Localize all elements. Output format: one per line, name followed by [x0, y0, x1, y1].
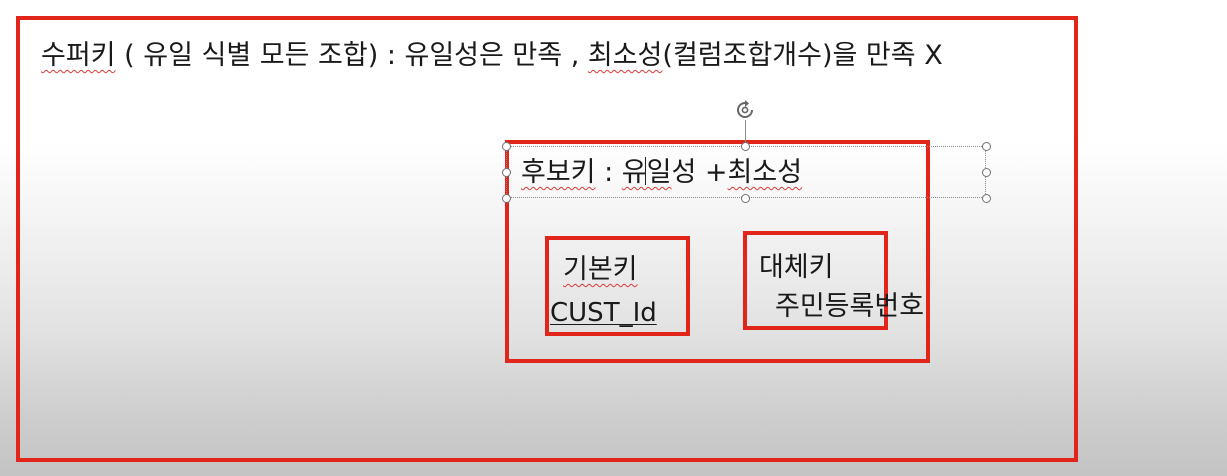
candidate-key-separator: :: [595, 157, 622, 188]
candidate-key-line[interactable]: 후보키 : 유일성 +최소성: [521, 159, 802, 186]
superkey-term: 수퍼키: [41, 40, 116, 71]
superkey-description: ( 유일 식별 모든 조합) : 유일성은 만족 ,: [115, 40, 588, 71]
candidate-key-plus: +: [696, 157, 728, 188]
candidate-key-term: 후보키: [521, 157, 596, 188]
resize-handle-top[interactable]: [741, 142, 750, 151]
candidate-key-uniqueness-suffix: 성: [671, 157, 697, 188]
candidate-key-minimality: 최소성: [727, 157, 803, 188]
resize-handle-top-left[interactable]: [502, 142, 511, 151]
text-caret: [645, 157, 646, 185]
alternate-key-label: 대체키: [759, 252, 834, 283]
resize-handle-left[interactable]: [502, 168, 511, 177]
rotate-handle-icon[interactable]: [734, 99, 756, 121]
primary-key-value: CUST_Id: [550, 298, 657, 328]
superkey-tail: (컬럼조합개수)을 만족 X: [662, 40, 943, 71]
superkey-line: 수퍼키 ( 유일 식별 모든 조합) : 유일성은 만족 , 최소성(컬럼조합개…: [41, 42, 943, 69]
resize-handle-right[interactable]: [982, 168, 991, 177]
resize-handle-top-right[interactable]: [982, 142, 991, 151]
candidate-key-uniqueness: 유일: [621, 157, 672, 188]
superkey-minimality: 최소성: [587, 40, 663, 71]
alternate-key-value: 주민등록번호: [775, 291, 925, 322]
resize-handle-bottom-left[interactable]: [502, 194, 511, 203]
primary-key-label: 기본키: [563, 254, 638, 285]
resize-handle-bottom-right[interactable]: [982, 194, 991, 203]
resize-handle-bottom[interactable]: [741, 194, 750, 203]
